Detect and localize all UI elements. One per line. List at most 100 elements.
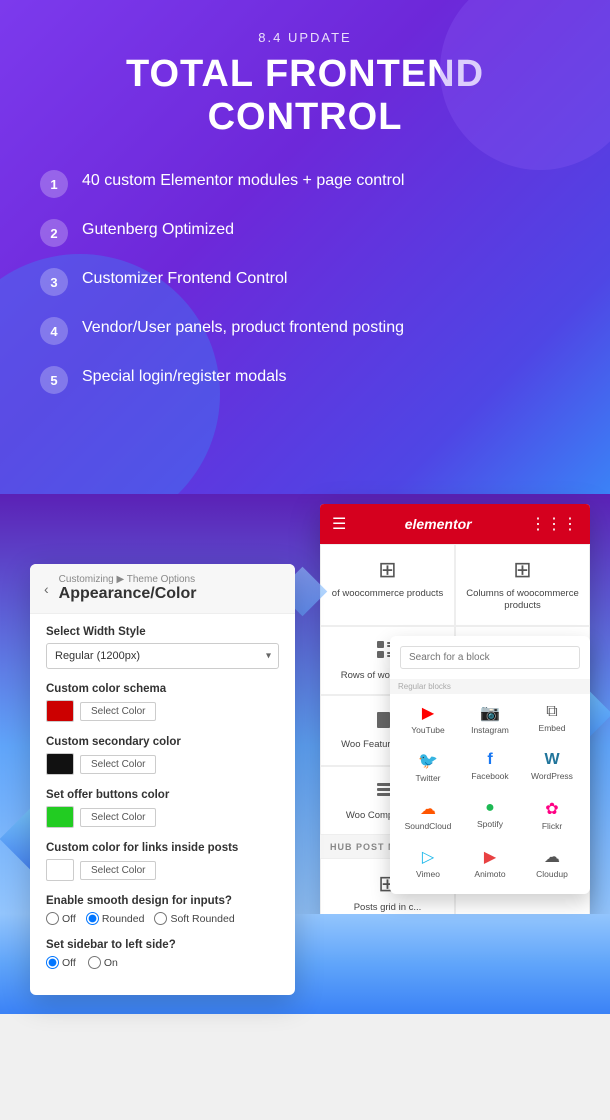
- sidebar-toggle-group: Off On: [46, 956, 279, 969]
- offer-btn-color-picker: Select Color: [46, 806, 279, 828]
- feature-text-3: Customizer Frontend Control: [82, 267, 287, 291]
- cloudup-icon: ☁: [526, 847, 578, 867]
- hero-subtitle: 8.4 UPDATE: [40, 30, 570, 45]
- social-grid: ▶ YouTube 📷 Instagram ⧉ Embed 🐦 Twitter …: [400, 698, 580, 884]
- radio-soft-rounded-input[interactable]: [154, 912, 167, 925]
- customizer-breadcrumb: Customizing ▶ Theme Options: [59, 574, 197, 585]
- radio-soft-rounded-label[interactable]: Soft Rounded: [154, 912, 234, 925]
- links-color-field: Custom color for links inside posts Sele…: [46, 842, 279, 881]
- customizer-heading: Appearance/Color: [59, 585, 197, 603]
- radio-off-label[interactable]: Off: [46, 912, 76, 925]
- social-wordpress[interactable]: W WordPress: [524, 746, 580, 788]
- smooth-design-label: Enable smooth design for inputs?: [46, 895, 279, 907]
- offer-btn-color-button[interactable]: Select Color: [80, 808, 156, 827]
- customizer-back[interactable]: ‹ Customizing ▶ Theme Options Appearance…: [30, 564, 295, 614]
- feature-item-1: 1 40 custom Elementor modules + page con…: [40, 169, 570, 198]
- animoto-label: Animoto: [464, 869, 516, 879]
- animoto-icon: ▶: [464, 847, 516, 867]
- hero-title: TOTAL FRONTEND CONTROL: [40, 53, 570, 139]
- elementor-logo: elementor: [405, 516, 472, 532]
- sidebar-off-text: Off: [62, 957, 76, 969]
- radio-rounded-input[interactable]: [86, 912, 99, 925]
- sidebar-on-input[interactable]: [88, 956, 101, 969]
- youtube-icon: ▶: [402, 703, 454, 723]
- back-arrow-icon[interactable]: ‹: [44, 581, 49, 597]
- flickr-label: Flickr: [526, 821, 578, 831]
- spotify-icon: ●: [464, 799, 516, 817]
- links-color-swatch[interactable]: [46, 859, 74, 881]
- search-input-wrapper: [400, 646, 580, 669]
- secondary-color-field: Custom secondary color Select Color: [46, 736, 279, 775]
- module-label-woo-grid: of woocommerce products: [329, 588, 446, 600]
- feature-num-3: 3: [40, 268, 68, 296]
- links-color-label: Custom color for links inside posts: [46, 842, 279, 854]
- elementor-header: ☰ elementor ⋮⋮⋮: [320, 504, 590, 544]
- color-schema-button[interactable]: Select Color: [80, 702, 156, 721]
- sidebar-on-label[interactable]: On: [88, 956, 118, 969]
- module-icon-woo-columns: ⊞: [464, 557, 581, 583]
- embed-icon: ⧉: [526, 703, 578, 721]
- color-schema-picker: Select Color: [46, 700, 279, 722]
- secondary-color-swatch[interactable]: [46, 753, 74, 775]
- sidebar-off-label[interactable]: Off: [46, 956, 76, 969]
- width-style-select[interactable]: Regular (1200px) Wide (1400px) Full Widt…: [46, 643, 279, 669]
- width-style-label: Select Width Style: [46, 626, 279, 638]
- radio-rounded-text: Rounded: [102, 913, 145, 925]
- spotify-label: Spotify: [464, 819, 516, 829]
- vimeo-label: Vimeo: [402, 869, 454, 879]
- feature-num-1: 1: [40, 170, 68, 198]
- module-woo-columns[interactable]: ⊞ Columns of woocommerce products: [455, 544, 590, 626]
- width-style-select-wrapper: Regular (1200px) Wide (1400px) Full Widt…: [46, 643, 279, 669]
- search-panel: Regular blocks ▶ YouTube 📷 Instagram ⧉ E…: [390, 636, 590, 894]
- module-woo-grid[interactable]: ⊞ of woocommerce products: [320, 544, 455, 626]
- soundcloud-icon: ☁: [402, 799, 454, 819]
- feature-text-4: Vendor/User panels, product frontend pos…: [82, 316, 404, 340]
- facebook-icon: f: [464, 751, 516, 769]
- feature-text-1: 40 custom Elementor modules + page contr…: [82, 169, 404, 193]
- social-flickr[interactable]: ✿ Flickr: [524, 794, 580, 836]
- feature-num-4: 4: [40, 317, 68, 345]
- social-cloudup[interactable]: ☁ Cloudup: [524, 842, 580, 884]
- youtube-label: YouTube: [402, 725, 454, 735]
- links-color-button[interactable]: Select Color: [80, 861, 156, 880]
- twitter-label: Twitter: [402, 773, 454, 783]
- width-style-field: Select Width Style Regular (1200px) Wide…: [46, 626, 279, 669]
- social-animoto[interactable]: ▶ Animoto: [462, 842, 518, 884]
- hero-section: 8.4 UPDATE TOTAL FRONTEND CONTROL 1 40 c…: [0, 0, 610, 494]
- module-label-woo-columns: Columns of woocommerce products: [464, 588, 581, 613]
- feature-list: 1 40 custom Elementor modules + page con…: [40, 169, 570, 394]
- social-youtube[interactable]: ▶ YouTube: [400, 698, 456, 740]
- feature-text-5: Special login/register modals: [82, 365, 287, 389]
- grid-icon[interactable]: ⋮⋮⋮: [530, 514, 578, 534]
- secondary-color-button[interactable]: Select Color: [80, 755, 156, 774]
- radio-off-text: Off: [62, 913, 76, 925]
- sidebar-label: Set sidebar to left side?: [46, 939, 279, 951]
- embed-label: Embed: [526, 723, 578, 733]
- social-spotify[interactable]: ● Spotify: [462, 794, 518, 836]
- color-schema-swatch[interactable]: [46, 700, 74, 722]
- facebook-label: Facebook: [464, 771, 516, 781]
- social-facebook[interactable]: f Facebook: [462, 746, 518, 788]
- module-icon-woo-grid: ⊞: [329, 557, 446, 583]
- offer-btn-color-field: Set offer buttons color Select Color: [46, 789, 279, 828]
- radio-rounded-label[interactable]: Rounded: [86, 912, 145, 925]
- links-color-picker: Select Color: [46, 859, 279, 881]
- social-vimeo[interactable]: ▷ Vimeo: [400, 842, 456, 884]
- search-input[interactable]: [400, 646, 580, 669]
- social-twitter[interactable]: 🐦 Twitter: [400, 746, 456, 788]
- screenshots-area: ☰ elementor ⋮⋮⋮ ⊞ of woocommerce product…: [0, 494, 610, 914]
- social-embed[interactable]: ⧉ Embed: [524, 698, 580, 740]
- smooth-design-field: Enable smooth design for inputs? Off Rou…: [46, 895, 279, 925]
- twitter-icon: 🐦: [402, 751, 454, 771]
- vimeo-icon: ▷: [402, 847, 454, 867]
- feature-item-2: 2 Gutenberg Optimized: [40, 218, 570, 247]
- social-soundcloud[interactable]: ☁ SoundCloud: [400, 794, 456, 836]
- hamburger-icon[interactable]: ☰: [332, 514, 346, 534]
- radio-off-input[interactable]: [46, 912, 59, 925]
- soundcloud-label: SoundCloud: [402, 821, 454, 831]
- smooth-design-radio-group: Off Rounded Soft Rounded: [46, 912, 279, 925]
- social-instagram[interactable]: 📷 Instagram: [462, 698, 518, 740]
- offer-btn-color-swatch[interactable]: [46, 806, 74, 828]
- sidebar-off-input[interactable]: [46, 956, 59, 969]
- feature-text-2: Gutenberg Optimized: [82, 218, 234, 242]
